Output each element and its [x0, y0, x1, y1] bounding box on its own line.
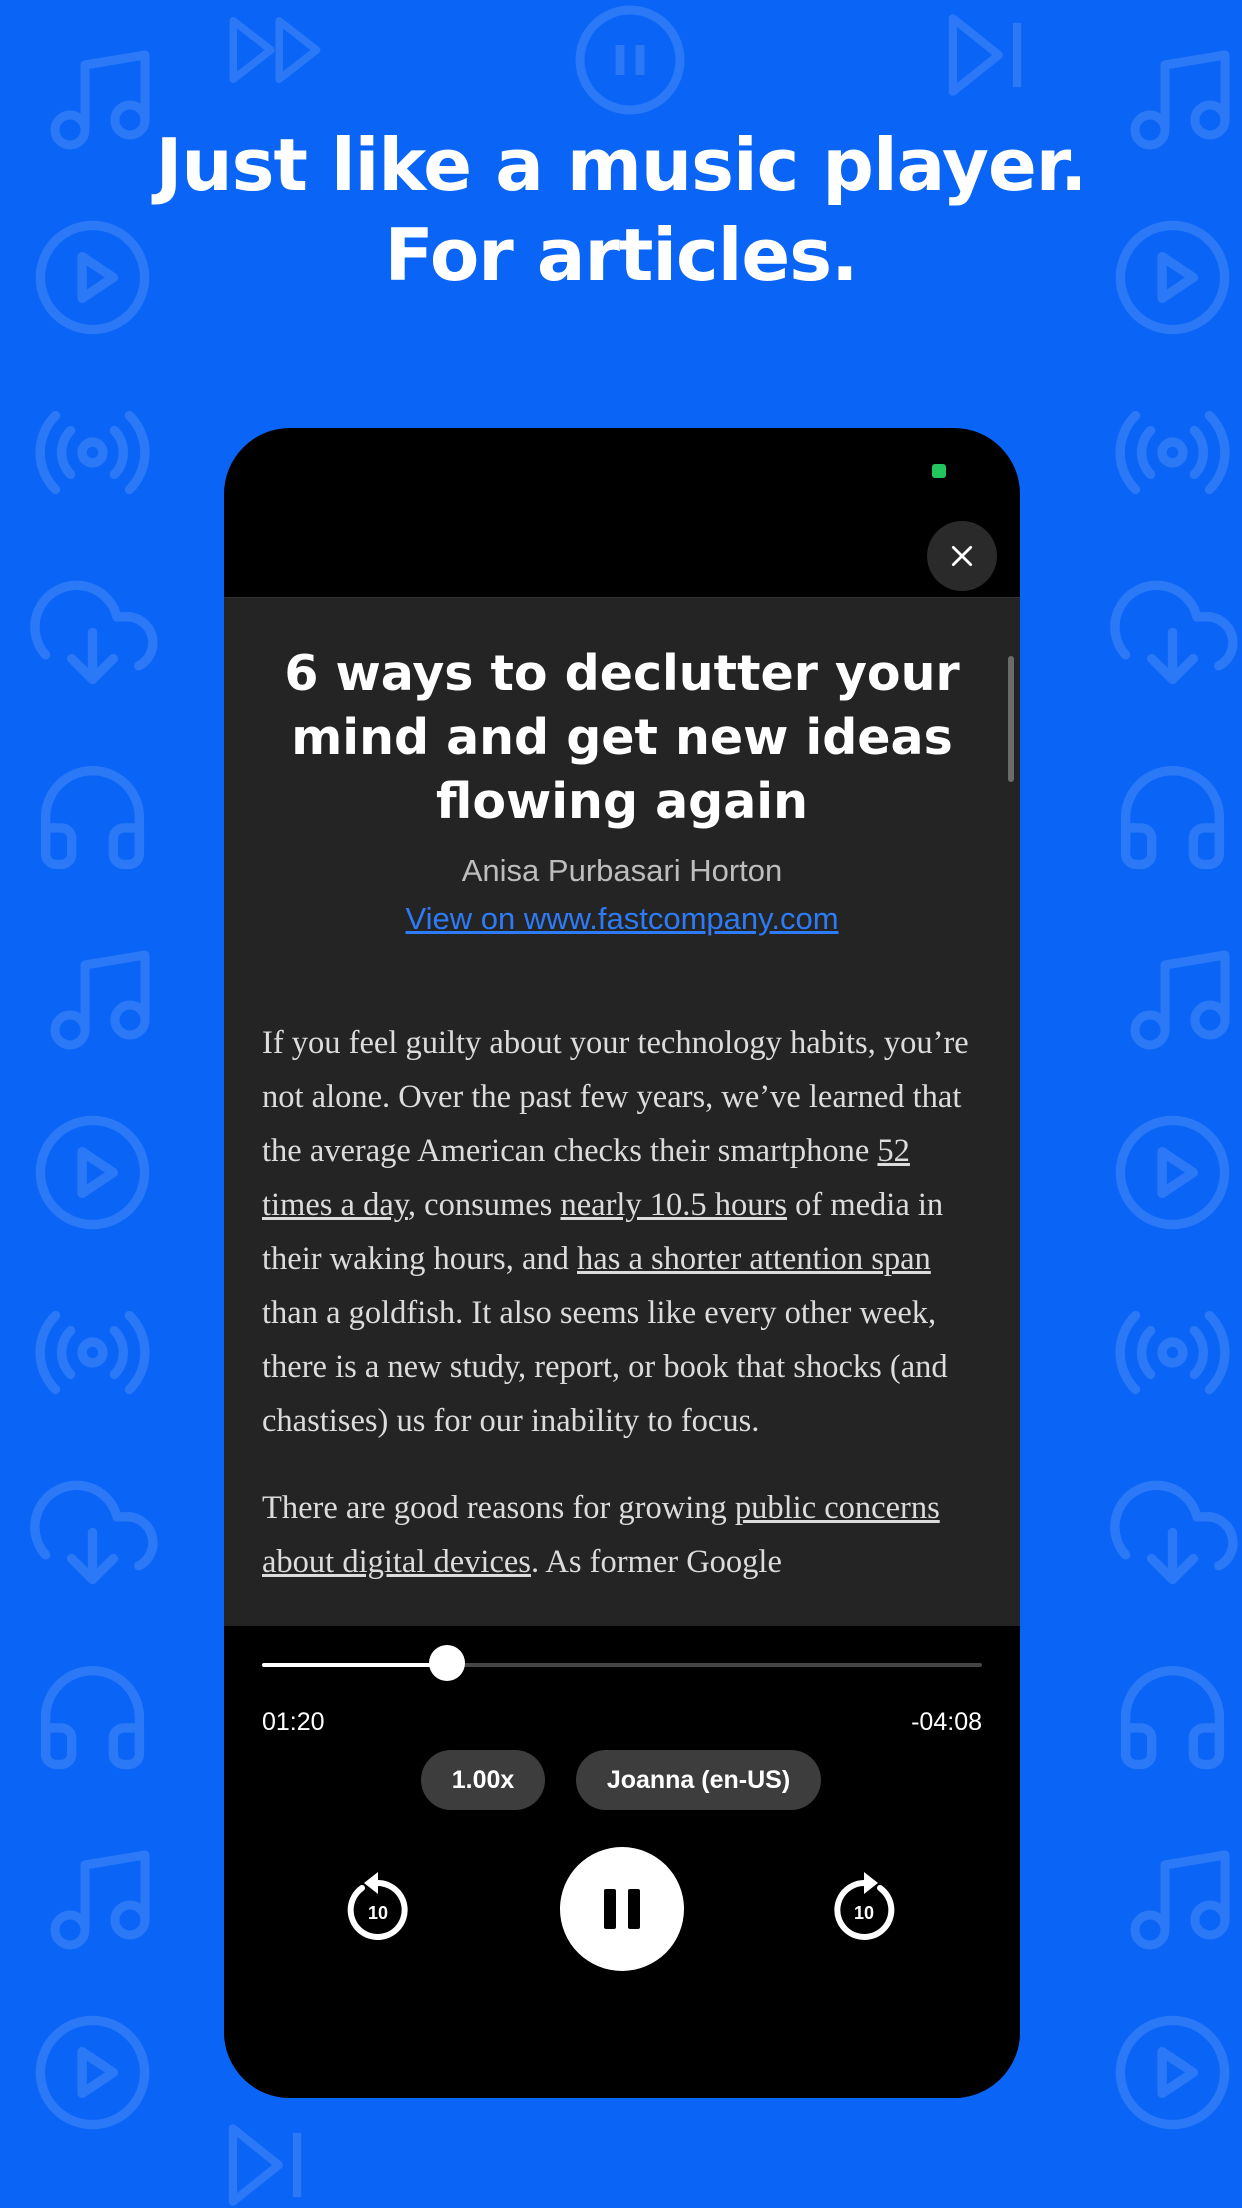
skip-forward-seconds: 10 — [854, 1903, 874, 1923]
audio-player: 01:20 -04:08 1.00x Joanna (en-US) 10 10 — [224, 1626, 1020, 2098]
paragraph-text: , consumes — [407, 1187, 561, 1223]
skip-back-seconds: 10 — [368, 1903, 388, 1923]
headline-line-1: Just like a music player. — [155, 123, 1088, 207]
close-button[interactable] — [927, 521, 997, 591]
remaining-time: -04:08 — [911, 1708, 982, 1736]
elapsed-time: 01:20 — [262, 1708, 325, 1736]
podcast-icon — [1115, 410, 1230, 495]
headphones-icon — [40, 765, 145, 870]
paragraph: There are good reasons for growing publi… — [262, 1481, 984, 1589]
progress-fill — [262, 1663, 448, 1667]
cloud-download-icon — [30, 580, 158, 685]
podcast-icon — [1115, 1310, 1230, 1395]
progress-thumb[interactable] — [429, 1645, 466, 1681]
article-view[interactable]: 6 ways to declutter your mind and get ne… — [224, 597, 1020, 1626]
paragraph-text: If you feel guilty about your technology… — [262, 1025, 969, 1169]
inline-link[interactable]: nearly 10.5 hours — [560, 1187, 787, 1223]
cloud-download-icon — [30, 1480, 158, 1585]
podcast-icon — [35, 1310, 150, 1395]
inline-link[interactable]: has a shorter attention span — [577, 1241, 931, 1277]
skip-forward-button[interactable]: 10 — [824, 1866, 904, 1946]
progress-track[interactable] — [262, 1663, 982, 1667]
paragraph-text: . As former Google — [530, 1544, 782, 1580]
voice-button[interactable]: Joanna (en-US) — [576, 1750, 821, 1810]
skip-forward-icon — [948, 14, 1022, 96]
skip-forward-icon — [228, 2124, 302, 2206]
speed-button[interactable]: 1.00x — [421, 1750, 545, 1810]
music-note-icon — [50, 950, 150, 1050]
headphones-icon — [1120, 1665, 1225, 1770]
status-indicator — [932, 464, 946, 478]
scrollbar[interactable] — [1008, 656, 1014, 782]
play-circle-icon — [35, 1115, 150, 1230]
fast-forward-icon — [229, 17, 321, 83]
paragraph-text: than a goldfish. It also seems like ever… — [262, 1295, 948, 1439]
source-link[interactable]: View on www.fastcompany.com — [224, 901, 1020, 937]
pause-circle-icon — [575, 5, 685, 115]
paragraph: If you feel guilty about your technology… — [262, 1016, 984, 1448]
skip-back-button[interactable]: 10 — [338, 1866, 418, 1946]
music-note-icon — [50, 1850, 150, 1950]
play-circle-icon — [1115, 2015, 1230, 2130]
headline-line-2: For articles. — [384, 213, 859, 297]
play-circle-icon — [35, 2015, 150, 2130]
article-body: If you feel guilty about your technology… — [262, 1016, 984, 1622]
headline: Just like a music player. For articles. — [0, 120, 1242, 300]
phone-mockup: 6 ways to declutter your mind and get ne… — [224, 428, 1020, 2098]
headphones-icon — [1120, 765, 1225, 870]
pause-button[interactable] — [560, 1847, 684, 1971]
paragraph-text: There are good reasons for growing — [262, 1490, 735, 1526]
cloud-download-icon — [1110, 580, 1238, 685]
music-note-icon — [1130, 1850, 1230, 1950]
podcast-icon — [35, 410, 150, 495]
headphones-icon — [40, 1665, 145, 1770]
close-icon — [951, 545, 973, 567]
cloud-download-icon — [1110, 1480, 1238, 1585]
music-note-icon — [1130, 950, 1230, 1050]
forward-10-icon: 10 — [834, 1872, 895, 1940]
article-author: Anisa Purbasari Horton — [461, 853, 783, 888]
article-title: 6 ways to declutter your mind and get ne… — [284, 645, 960, 830]
rewind-10-icon: 10 — [347, 1872, 408, 1940]
pause-icon — [604, 1889, 640, 1929]
play-circle-icon — [1115, 1115, 1230, 1230]
